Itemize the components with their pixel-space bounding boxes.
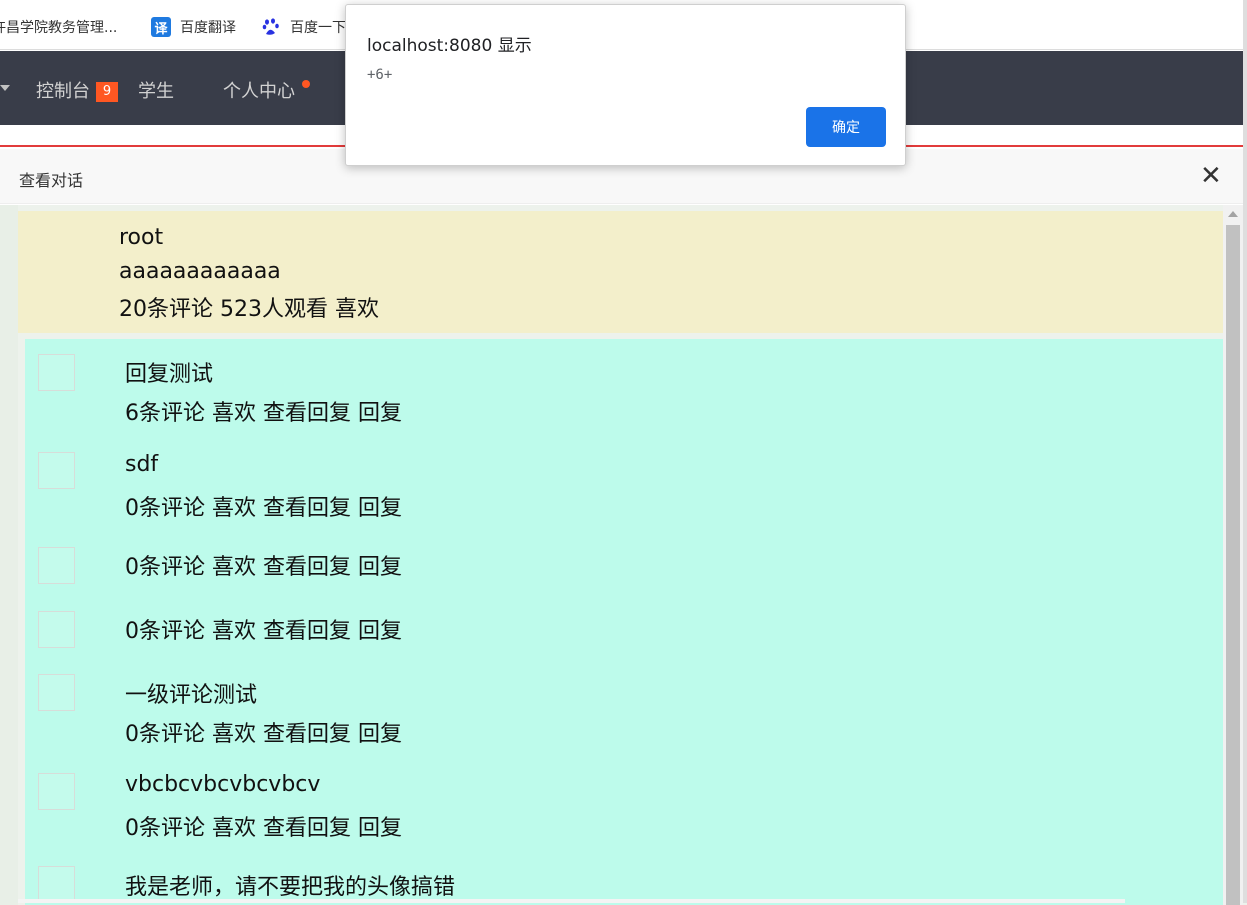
scrollbar[interactable] xyxy=(1223,205,1243,905)
post-author: root xyxy=(119,225,164,250)
reply-text: 一级评论测试 xyxy=(125,683,258,708)
nav-console-label: 控制台 xyxy=(36,81,90,102)
scroll-thumb[interactable] xyxy=(1226,225,1240,905)
reply-actions[interactable]: 0条评论 喜欢 查看回复 回复 xyxy=(125,810,402,842)
post-stats: 20条评论 523人观看 喜欢 xyxy=(119,297,379,322)
baidu-paw-icon xyxy=(262,18,279,35)
reply-text: 我是老师，请不要把我的头像搞错 xyxy=(125,875,456,900)
alert-message: +6+ xyxy=(367,67,393,83)
reply-actions[interactable]: 0条评论 喜欢 查看回复 回复 xyxy=(125,613,402,645)
nav-student-label: 学生 xyxy=(138,81,174,102)
dialog-body: root aaaaaaaaaaaa 20条评论 523人观看 喜欢 回复测试 6… xyxy=(0,205,1247,905)
nav-personal-label: 个人中心 xyxy=(223,81,295,102)
caret-down-icon[interactable] xyxy=(0,85,10,91)
scroll-up-icon[interactable] xyxy=(1228,211,1238,217)
reply-text: sdf xyxy=(125,452,159,477)
bookmark-xuchang[interactable]: 许昌学院教务管理... xyxy=(0,17,117,37)
nav-student[interactable]: 学生 xyxy=(138,77,174,103)
reply-actions[interactable]: 0条评论 喜欢 查看回复 回复 xyxy=(125,716,402,748)
nav-console[interactable]: 控制台 9 xyxy=(36,77,118,103)
left-margin xyxy=(0,205,18,905)
reply-actions[interactable]: 0条评论 喜欢 查看回复 回复 xyxy=(125,549,402,581)
close-icon[interactable]: ✕ xyxy=(1200,163,1222,189)
post-content: aaaaaaaaaaaa xyxy=(119,259,281,284)
avatar xyxy=(38,547,75,584)
ok-button[interactable]: 确定 xyxy=(806,107,886,147)
nav-personal-center[interactable]: 个人中心 xyxy=(223,77,295,103)
alert-title: localhost:8080 显示 xyxy=(367,36,532,56)
bookmark-label: 许昌学院教务管理... xyxy=(0,20,118,36)
main-post: root aaaaaaaaaaaa 20条评论 523人观看 喜欢 xyxy=(18,211,1223,333)
reply-actions[interactable]: 6条评论 喜欢 查看回复 回复 xyxy=(125,395,402,427)
notification-dot xyxy=(302,80,310,88)
avatar xyxy=(38,674,75,711)
reply-list: 回复测试 6条评论 喜欢 查看回复 回复 sdf 0条评论 喜欢 查看回复 回复… xyxy=(25,339,1223,905)
reply-text: 回复测试 xyxy=(125,362,214,387)
dialog-title: 查看对话 xyxy=(19,171,84,190)
divider xyxy=(18,899,1125,903)
reply-text: vbcbcvbcvbcvbcv xyxy=(125,772,321,797)
translate-icon: 译 xyxy=(151,17,171,37)
bookmark-label: 百度翻译 xyxy=(180,20,236,36)
bookmark-baidu-translate[interactable]: 译 百度翻译 xyxy=(151,17,236,37)
conversation-dialog: 查看对话 ✕ root aaaaaaaaaaaa 20条评论 523人观看 喜欢… xyxy=(0,145,1247,905)
window-edge xyxy=(1243,0,1247,903)
avatar xyxy=(38,866,75,903)
avatar xyxy=(38,354,75,391)
bookmark-label: 百度一下 xyxy=(290,20,346,36)
alert-dialog: localhost:8080 显示 +6+ 确定 xyxy=(345,4,906,166)
avatar xyxy=(38,773,75,810)
avatar xyxy=(38,611,75,648)
avatar xyxy=(38,452,75,489)
reply-actions[interactable]: 0条评论 喜欢 查看回复 回复 xyxy=(125,490,402,522)
console-badge: 9 xyxy=(96,82,118,102)
bookmark-baidu-search[interactable]: 百度一下 xyxy=(261,17,346,37)
